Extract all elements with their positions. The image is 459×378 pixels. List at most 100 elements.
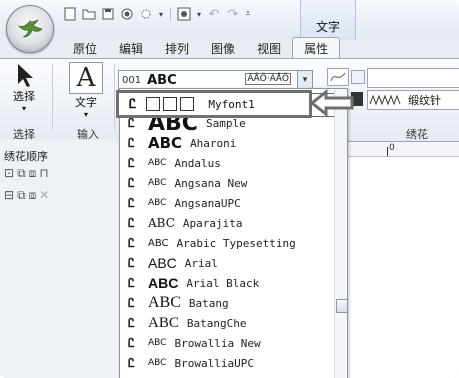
tab-arrange[interactable]: 排列 — [154, 38, 200, 58]
font-name: AngsanaUPC — [174, 196, 241, 210]
select-button[interactable]: 选择 ▾ — [4, 62, 44, 113]
move-first-icon[interactable]: ⊟ — [4, 188, 14, 202]
new-file-icon[interactable] — [62, 6, 78, 22]
sewing-setting-field[interactable] — [367, 68, 459, 88]
truetype-font-icon: Ꮭ — [128, 135, 135, 150]
tab-edit[interactable]: 编辑 — [108, 38, 154, 58]
font-list-item[interactable]: Ꮭ ABC Andalus — [128, 153, 221, 173]
font-name: BrowalliaUPC — [174, 356, 254, 370]
font-list-item[interactable]: Ꮭ ABC Arabic Typesetting — [128, 233, 296, 253]
font-list-item[interactable]: Ꮭ ABC Batang — [128, 293, 229, 313]
scrollbar-thumb[interactable] — [336, 299, 347, 313]
ribbon-tabs: 原位 编辑 排列 图像 视图 属性 — [62, 37, 341, 59]
missing-glyph-icon — [163, 97, 178, 111]
stitch-type-label: 缎纹针 — [408, 94, 441, 107]
open-file-icon[interactable] — [81, 6, 97, 22]
truetype-font-icon: Ꮭ — [128, 235, 135, 250]
truetype-font-icon: Ꮭ — [128, 195, 135, 210]
font-name: BatangChe — [186, 316, 247, 330]
font-preview: ABC — [148, 158, 167, 168]
ruler-tick — [387, 147, 388, 156]
font-name: Andalus — [174, 156, 221, 170]
font-list-item[interactable]: Ꮭ ABC Arial Black — [128, 273, 259, 293]
font-preview: ABC — [148, 338, 167, 348]
tab-home[interactable]: 原位 — [62, 38, 108, 58]
lock-icon[interactable]: ⊓ — [39, 166, 48, 180]
font-name: Browallia New — [174, 336, 261, 350]
font-name: Arabic Typesetting — [176, 236, 296, 250]
context-tab-title: 文字 — [315, 20, 340, 34]
font-preview: ABC — [148, 358, 167, 368]
font-preview: ABC — [148, 294, 181, 311]
custom-font-icon: Ꮭ — [129, 96, 137, 112]
custom-font-name: Myfont1 — [208, 97, 255, 111]
settings-gear-icon[interactable] — [138, 6, 154, 22]
ungroup-icon[interactable]: ⧈ — [29, 166, 37, 181]
font-preview: ABC — [148, 314, 179, 331]
select-button-label: 选择 — [13, 90, 35, 103]
font-name: Aparajita — [182, 216, 243, 230]
region-icon[interactable] — [351, 70, 365, 84]
font-select-combobox[interactable]: 001 ABC ÄÅÖ·ÄÅÖ — [118, 70, 298, 90]
font-list-item[interactable]: Ꮭ ABC Aparajita — [128, 213, 243, 233]
customize-toolbar-icon[interactable]: ⩡ — [244, 6, 252, 22]
font-preview: ABC — [148, 178, 167, 188]
panel-toolbar-row: ⊟ ⧉ ⧈ ✕ — [4, 186, 49, 204]
font-name: Sample — [205, 116, 246, 130]
tab-view[interactable]: 视图 — [246, 38, 292, 58]
truetype-font-icon: Ꮭ — [128, 275, 135, 290]
font-number: 001 — [122, 74, 142, 86]
text-a-icon: A — [69, 62, 103, 94]
delete-icon[interactable]: ✕ — [39, 188, 49, 202]
move-down-icon[interactable]: ⧈ — [29, 188, 37, 203]
font-name: Aharoni — [190, 136, 237, 150]
truetype-font-icon: Ꮭ — [128, 295, 135, 310]
font-name: Arial — [184, 256, 218, 270]
font-list-item[interactable]: Ꮭ ABC Aharoni — [128, 133, 236, 153]
circle-target-icon[interactable] — [176, 6, 192, 22]
ruler-zero-label: 0 — [389, 143, 395, 153]
font-preview: ABC — [148, 134, 183, 152]
dropdown-scrollbar[interactable] — [334, 89, 347, 378]
truetype-font-icon: Ꮭ — [128, 315, 135, 330]
horizontal-ruler: 0 — [345, 142, 459, 157]
truetype-font-icon: Ꮭ — [128, 175, 135, 190]
tab-attributes[interactable]: 属性 — [292, 37, 341, 59]
record-icon[interactable] — [119, 6, 135, 22]
truetype-font-icon: Ꮭ — [128, 355, 135, 370]
redo-icon[interactable]: ↷ — [225, 6, 241, 22]
font-list-item[interactable]: Ꮭ ABC Arial — [128, 253, 218, 273]
frame-icon[interactable]: ⊡ — [4, 166, 14, 180]
font-preview: ABC — [148, 198, 167, 208]
font-list-item[interactable]: Ꮭ ABC BrowalliaUPC — [128, 353, 254, 373]
truetype-font-icon: Ꮭ — [128, 255, 135, 270]
undo-icon[interactable]: ↶ — [206, 6, 222, 22]
embroidery-logo-icon — [18, 19, 43, 38]
text-button[interactable]: A 文字 ▾ — [66, 62, 106, 119]
font-list-item[interactable]: Ꮭ ABC AngsanaUPC — [128, 193, 241, 213]
tab-image[interactable]: 图像 — [200, 38, 246, 58]
font-list-item[interactable]: Ꮭ ABC Angsana New — [128, 173, 247, 193]
group-icon[interactable]: ⧉ — [17, 166, 26, 181]
dropdown-arrow-icon[interactable]: ▾ — [195, 6, 203, 22]
design-canvas[interactable] — [345, 142, 459, 378]
text-button-label: 文字 — [75, 96, 97, 109]
quick-access-toolbar: ▾ ▾ ↶ ↷ ⩡ — [62, 4, 252, 24]
highlighted-font-item[interactable]: Ꮭ Myfont1 — [116, 90, 312, 118]
toolbar-separator — [170, 7, 171, 21]
font-combo-dropdown-button[interactable]: ▾ — [297, 70, 313, 90]
save-icon[interactable] — [100, 6, 116, 22]
dropdown-arrow-icon[interactable]: ▾ — [157, 6, 165, 22]
stitch-type-combobox[interactable]: 缎纹针 — [367, 90, 459, 110]
font-list-item[interactable]: Ꮭ ABC BatangChe — [128, 313, 246, 333]
move-up-icon[interactable]: ⧉ — [17, 188, 26, 203]
line-sewing-icon[interactable] — [327, 68, 349, 86]
truetype-font-icon: Ꮭ — [128, 335, 135, 350]
application-menu-button[interactable] — [6, 5, 54, 53]
chevron-down-icon: ▾ — [21, 104, 26, 113]
application-window: ▾ ▾ ↶ ↷ ⩡ 文字 原位 编辑 排列 图像 视图 属性 选择 ▾ A 文字… — [0, 0, 459, 378]
font-preview: ABC — [148, 237, 169, 249]
panel-title: 绣花顺序 — [4, 150, 48, 163]
font-list-item[interactable]: Ꮭ ABC Browallia New — [128, 333, 261, 353]
embroidery-group-label: 绣花 — [406, 128, 428, 141]
